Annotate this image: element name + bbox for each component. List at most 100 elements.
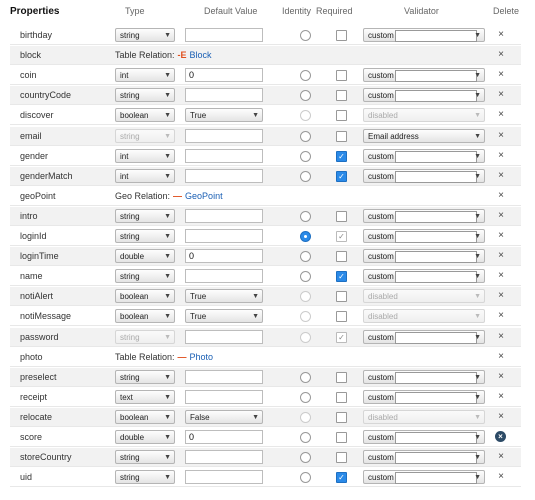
- identity-radio[interactable]: [300, 231, 311, 242]
- close-icon[interactable]: ×: [491, 468, 511, 486]
- validator-pattern-input[interactable]: [395, 231, 477, 243]
- identity-radio[interactable]: [300, 130, 311, 142]
- required-checkbox[interactable]: [336, 110, 347, 122]
- required-checkbox[interactable]: ✓: [336, 170, 347, 182]
- type-select[interactable]: int ▼: [115, 148, 175, 163]
- close-icon[interactable]: ×: [491, 86, 511, 104]
- type-select[interactable]: string ▼: [115, 369, 175, 384]
- required-checkbox[interactable]: [336, 452, 347, 464]
- required-checkbox[interactable]: ✓: [336, 472, 347, 484]
- required-checkbox[interactable]: ✓: [336, 231, 347, 242]
- validator-select[interactable]: custom ▼: [363, 88, 485, 103]
- validator-pattern-input[interactable]: [395, 170, 477, 183]
- default-value-input[interactable]: [185, 148, 263, 163]
- validator-select[interactable]: Email address ▼: [363, 128, 485, 143]
- required-checkbox[interactable]: [336, 391, 347, 403]
- identity-radio[interactable]: [300, 472, 311, 484]
- default-value-input[interactable]: 0: [185, 68, 263, 83]
- validator-pattern-input[interactable]: [395, 391, 477, 404]
- validator-pattern-input[interactable]: [395, 150, 477, 163]
- identity-radio[interactable]: [300, 452, 311, 464]
- type-select[interactable]: int ▼: [115, 168, 175, 183]
- close-icon[interactable]: ×: [491, 106, 511, 124]
- type-select[interactable]: text ▼: [115, 389, 175, 404]
- validator-pattern-input[interactable]: [395, 371, 477, 384]
- default-value-input[interactable]: 0: [185, 249, 263, 264]
- relation-target-link[interactable]: GeoPoint: [185, 191, 223, 201]
- default-value-input[interactable]: [185, 208, 263, 223]
- default-value-input[interactable]: [185, 389, 263, 404]
- default-value-input[interactable]: [185, 329, 263, 344]
- default-value-input[interactable]: [185, 229, 263, 243]
- validator-pattern-input[interactable]: [395, 452, 477, 465]
- default-value-input[interactable]: [185, 28, 263, 42]
- validator-select[interactable]: custom ▼: [363, 249, 485, 264]
- identity-radio[interactable]: [300, 90, 311, 102]
- identity-radio[interactable]: [300, 251, 311, 263]
- validator-select[interactable]: custom ▼: [363, 229, 485, 243]
- required-checkbox[interactable]: [336, 30, 347, 41]
- type-select[interactable]: double ▼: [115, 430, 175, 444]
- type-select[interactable]: string ▼: [115, 470, 175, 485]
- validator-select[interactable]: custom ▼: [363, 389, 485, 404]
- type-select[interactable]: double ▼: [115, 249, 175, 264]
- required-checkbox[interactable]: ✓: [336, 150, 347, 162]
- validator-select[interactable]: custom ▼: [363, 28, 485, 42]
- close-icon[interactable]: ×: [491, 227, 511, 245]
- validator-pattern-input[interactable]: [395, 70, 477, 83]
- default-value-input[interactable]: [185, 470, 263, 485]
- close-icon[interactable]: ×: [491, 207, 511, 225]
- close-icon[interactable]: ×: [491, 167, 511, 185]
- type-select[interactable]: boolean ▼: [115, 289, 175, 304]
- required-checkbox[interactable]: [336, 411, 347, 423]
- relation-target-link[interactable]: Photo: [190, 352, 214, 362]
- validator-select[interactable]: custom ▼: [363, 168, 485, 183]
- close-icon[interactable]: ×: [491, 448, 511, 466]
- validator-pattern-input[interactable]: [395, 251, 477, 264]
- identity-radio[interactable]: [300, 210, 311, 222]
- close-icon[interactable]: ×: [491, 328, 511, 346]
- validator-select[interactable]: custom ▼: [363, 208, 485, 223]
- required-checkbox[interactable]: [336, 371, 347, 383]
- close-icon[interactable]: ×: [491, 127, 511, 145]
- validator-pattern-input[interactable]: [395, 432, 477, 444]
- default-value-input[interactable]: [185, 88, 263, 103]
- close-icon[interactable]: ×: [495, 431, 506, 442]
- default-value-select[interactable]: True ▼: [185, 289, 263, 304]
- type-select[interactable]: int ▼: [115, 68, 175, 83]
- required-checkbox[interactable]: [336, 90, 347, 102]
- validator-pattern-input[interactable]: [395, 472, 477, 485]
- required-checkbox[interactable]: [336, 432, 347, 443]
- validator-select[interactable]: custom ▼: [363, 450, 485, 465]
- validator-pattern-input[interactable]: [395, 271, 477, 284]
- type-select[interactable]: string ▼: [115, 450, 175, 465]
- type-select[interactable]: string ▼: [115, 88, 175, 103]
- validator-pattern-input[interactable]: [395, 331, 477, 344]
- default-value-input[interactable]: [185, 450, 263, 465]
- close-icon[interactable]: ×: [491, 46, 511, 64]
- validator-pattern-input[interactable]: [395, 210, 477, 223]
- close-icon[interactable]: ×: [491, 388, 511, 406]
- type-select[interactable]: boolean ▼: [115, 108, 175, 123]
- type-select[interactable]: string ▼: [115, 28, 175, 42]
- type-select[interactable]: boolean ▼: [115, 309, 175, 324]
- close-icon[interactable]: ×: [491, 247, 511, 265]
- identity-radio[interactable]: [300, 371, 311, 383]
- close-icon[interactable]: ×: [491, 287, 511, 305]
- close-icon[interactable]: ×: [491, 267, 511, 285]
- required-checkbox[interactable]: [336, 311, 347, 323]
- required-checkbox[interactable]: [336, 291, 347, 303]
- required-checkbox[interactable]: ✓: [336, 271, 347, 283]
- identity-radio[interactable]: [300, 432, 311, 443]
- close-icon[interactable]: ×: [491, 348, 511, 366]
- default-value-input[interactable]: [185, 369, 263, 384]
- default-value-select[interactable]: True ▼: [185, 309, 263, 324]
- validator-select[interactable]: custom ▼: [363, 68, 485, 83]
- identity-radio[interactable]: [300, 170, 311, 182]
- identity-radio[interactable]: [300, 150, 311, 162]
- default-value-select[interactable]: False ▼: [185, 409, 263, 424]
- default-value-input[interactable]: [185, 128, 263, 143]
- required-checkbox[interactable]: [336, 251, 347, 263]
- required-checkbox[interactable]: [336, 130, 347, 142]
- identity-radio[interactable]: [300, 70, 311, 82]
